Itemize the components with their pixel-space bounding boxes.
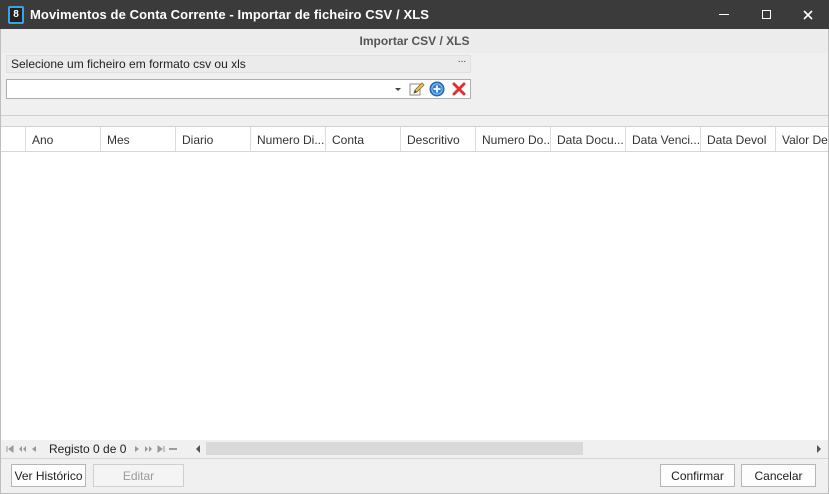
footer-bar: Ver Histórico Editar Confirmar Cancelar [1,458,828,492]
column-header[interactable]: Descritivo [401,127,476,151]
close-button[interactable] [787,0,829,29]
app-logo-glyph: 8 [13,9,19,20]
file-input[interactable] [9,82,389,96]
window-controls [703,0,829,29]
close-icon [803,9,813,20]
column-header[interactable]: Data Venci... [626,127,701,151]
next-record-icon [135,445,140,452]
minimize-button[interactable] [703,0,745,29]
delete-record-button[interactable] [168,442,178,456]
chevron-down-icon[interactable] [393,83,403,95]
separator [1,115,828,116]
cancel-button[interactable]: Cancelar [741,464,816,487]
scroll-left-icon [196,444,200,453]
last-record-button[interactable] [156,442,166,456]
maximize-button[interactable] [745,0,787,29]
panel-title: Importar CSV / XLS [1,29,828,53]
record-navigator: Registo 0 de 0 [1,440,828,457]
data-grid: Ano Mes Diario Numero Di... Conta Descri… [1,126,828,457]
file-combo [6,79,471,99]
minimize-icon [719,14,729,15]
confirm-button[interactable]: Confirmar [660,464,735,487]
grid-indicator-column [1,127,26,151]
file-label: Selecione um ficheiro em formato csv ou … [11,57,246,71]
column-header[interactable]: Data Devol [701,127,776,151]
previous-page-button[interactable] [17,442,27,456]
previous-record-icon [32,445,36,452]
maximize-icon [761,10,771,19]
edit-file-button[interactable] [409,81,425,97]
next-page-button[interactable] [144,442,154,456]
delete-x-icon [452,82,466,96]
file-label-bar: Selecione um ficheiro em formato csv ou … [6,55,471,73]
add-file-button[interactable] [429,81,445,97]
first-record-button[interactable] [5,442,15,456]
horizontal-scroll-thumb[interactable] [206,442,583,455]
minus-icon [169,447,178,450]
previous-page-icon [19,445,26,452]
grid-header: Ano Mes Diario Numero Di... Conta Descri… [1,127,828,152]
column-header[interactable]: Conta [326,127,401,151]
scroll-right-button[interactable] [814,442,824,455]
column-header[interactable]: Valor Deb [776,127,828,151]
pencil-edit-icon [409,82,425,96]
edit-button[interactable]: Editar [93,464,184,487]
ellipsis-button[interactable]: ··· [458,56,467,72]
record-count: Registo 0 de 0 [49,441,127,456]
app-logo-icon: 8 [8,5,24,24]
window-title: Movimentos de Conta Corrente - Importar … [30,7,430,22]
history-button[interactable]: Ver Histórico [11,464,86,487]
column-header[interactable]: Mes [101,127,176,151]
column-header[interactable]: Data Docu... [551,127,626,151]
column-header[interactable]: Ano [26,127,101,151]
previous-record-button[interactable] [29,442,39,456]
add-circle-icon [429,81,445,97]
scroll-right-icon [817,444,821,453]
next-record-button[interactable] [132,442,142,456]
scroll-left-button[interactable] [193,442,203,455]
next-page-icon [145,445,153,452]
column-header[interactable]: Numero Do... [476,127,551,151]
first-record-icon [6,444,14,453]
delete-file-button[interactable] [451,81,467,97]
horizontal-scrollbar[interactable] [206,441,813,456]
window-titlebar: 8 Movimentos de Conta Corrente - Importa… [0,0,829,29]
last-record-icon [157,444,165,453]
column-header[interactable]: Numero Di... [251,127,326,151]
column-header[interactable]: Diario [176,127,251,151]
